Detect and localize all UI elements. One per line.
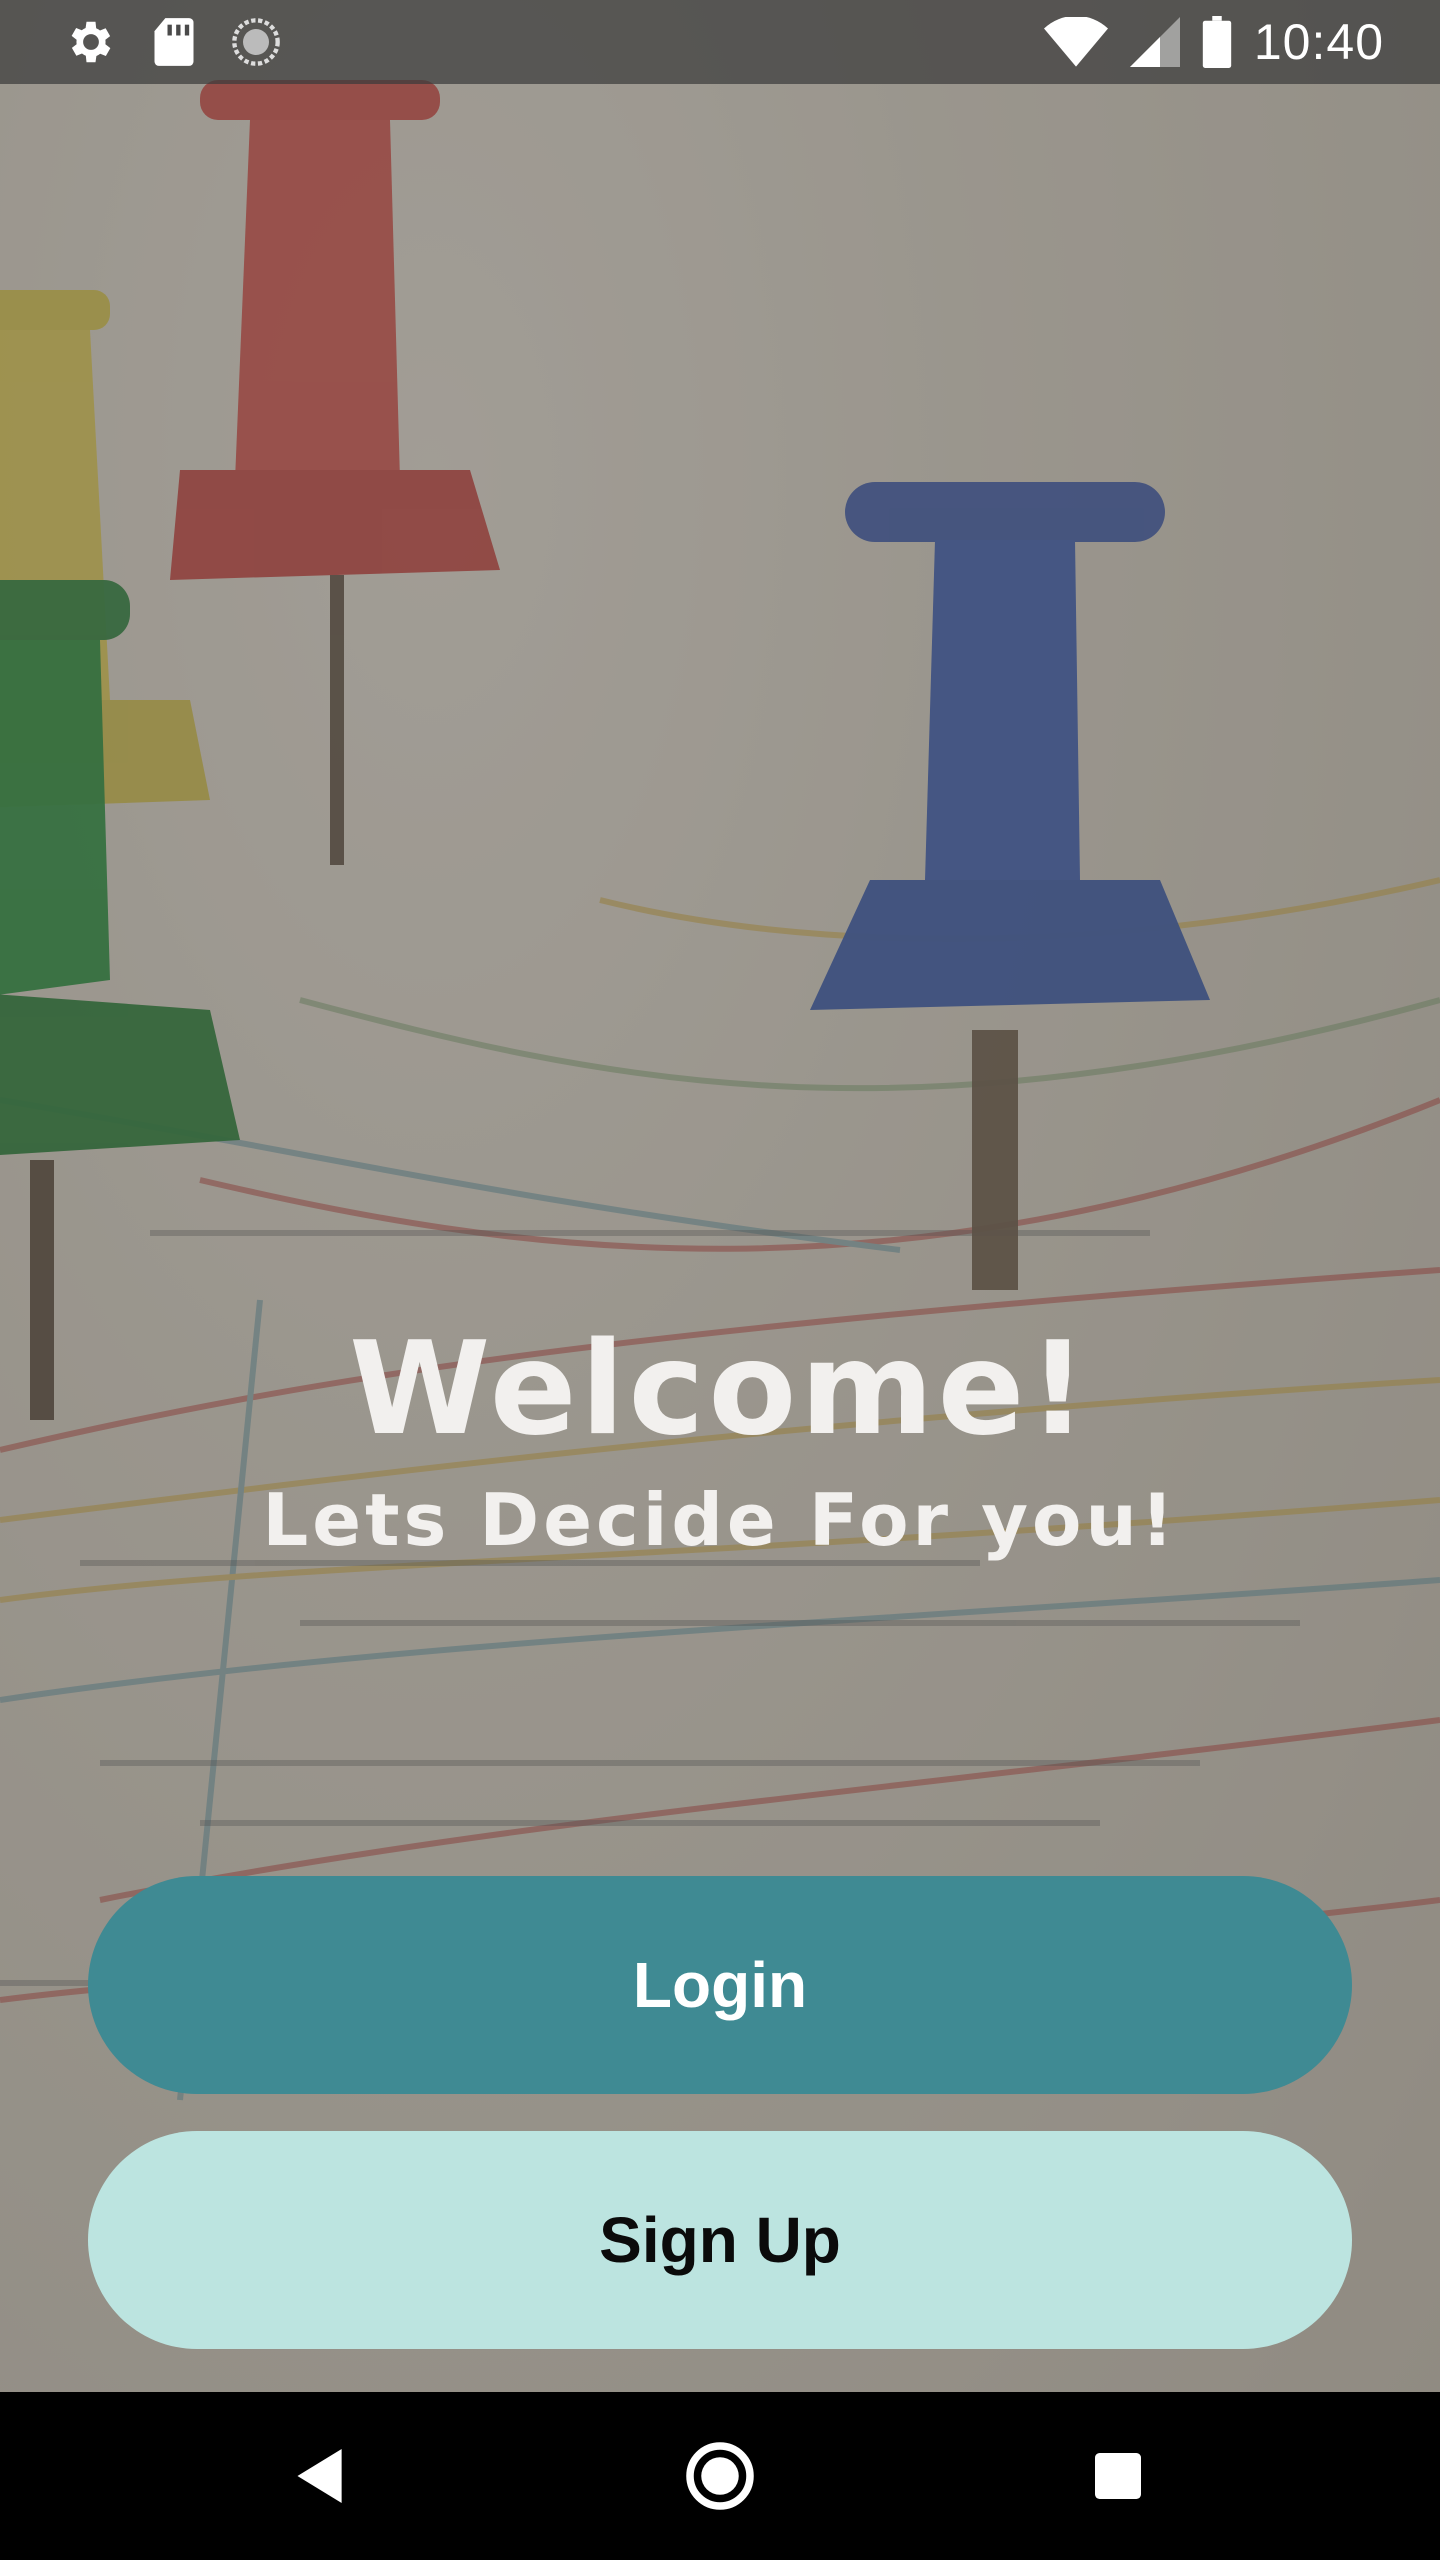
battery-icon <box>1202 16 1232 68</box>
wifi-icon <box>1043 17 1108 67</box>
cellular-signal-icon <box>1129 17 1180 67</box>
sd-card-icon <box>152 16 196 68</box>
welcome-title: Welcome! <box>349 1315 1091 1464</box>
sync-icon <box>230 16 282 68</box>
status-time: 10:40 <box>1253 14 1384 70</box>
home-icon[interactable] <box>680 2436 760 2516</box>
back-icon[interactable] <box>282 2436 362 2516</box>
settings-icon <box>64 15 118 69</box>
recents-icon[interactable] <box>1078 2436 1158 2516</box>
login-button[interactable]: Login <box>88 1876 1352 2094</box>
signup-button[interactable]: Sign Up <box>88 2131 1352 2349</box>
welcome-headline: Welcome! Lets Decide For you! <box>0 1310 1440 1570</box>
navigation-bar <box>0 2392 1440 2560</box>
welcome-subtitle: Lets Decide For you! <box>262 1478 1178 1562</box>
status-left-icons <box>64 15 316 69</box>
status-bar: 10:40 <box>0 0 1440 84</box>
status-right-icons: 10:40 <box>1022 13 1384 71</box>
